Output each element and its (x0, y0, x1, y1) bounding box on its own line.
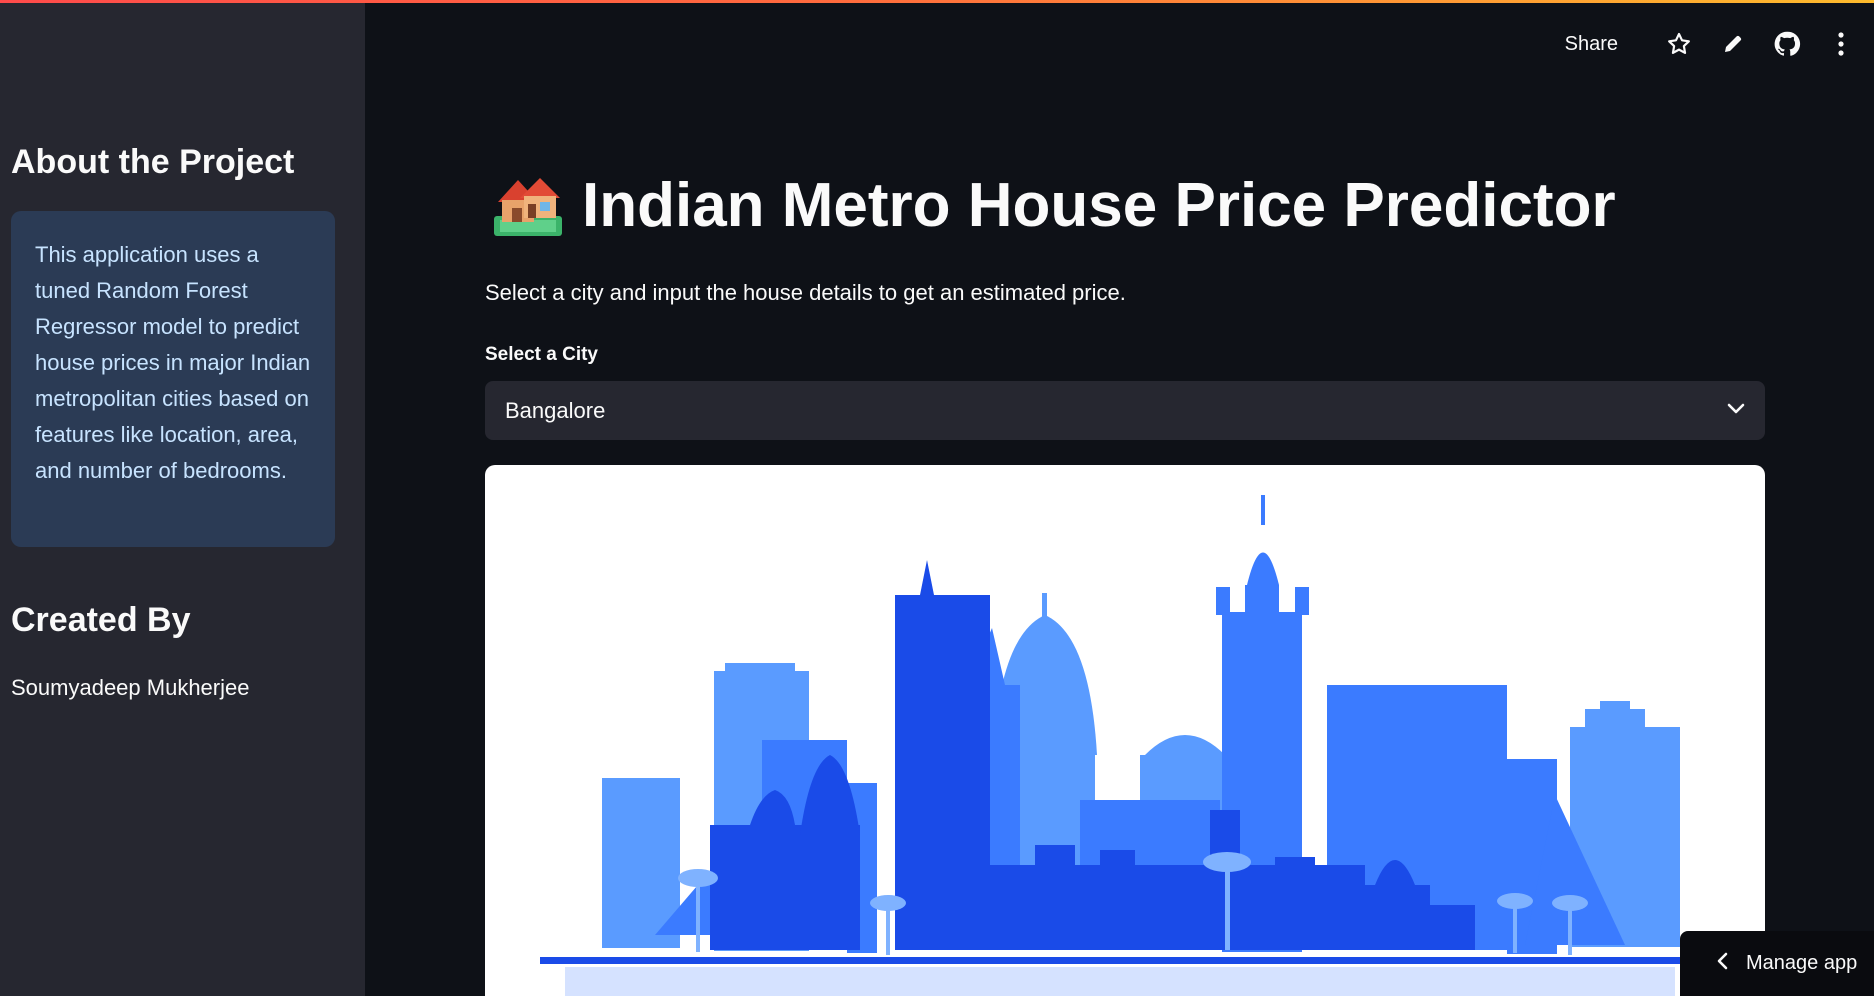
page-subtitle: Select a city and input the house detail… (485, 280, 1126, 305)
author-name: Soumyadeep Mukherjee (11, 675, 250, 700)
manage-app-label: Manage app (1746, 952, 1858, 974)
city-select-label: Select a City (485, 344, 598, 365)
about-text: This application uses a tuned Random For… (35, 242, 311, 483)
city-select[interactable]: Bangalore (485, 381, 1765, 440)
bangalore-skyline-illustration (485, 465, 1765, 996)
sidebar: About the Project This application uses … (0, 3, 365, 996)
pencil-icon[interactable] (1718, 29, 1748, 59)
about-heading: About the Project (11, 143, 295, 181)
page-title: Indian Metro House Price Predictor (490, 170, 1616, 241)
star-icon[interactable] (1664, 29, 1694, 59)
header-toolbar: Share (1565, 26, 1856, 62)
city-select-value: Bangalore (505, 397, 606, 423)
more-vertical-icon[interactable] (1826, 29, 1856, 59)
houses-emoji-icon (490, 172, 566, 240)
share-button[interactable]: Share (1565, 33, 1618, 56)
github-icon[interactable] (1772, 29, 1802, 59)
about-info-box: This application uses a tuned Random For… (11, 211, 335, 547)
chevron-left-icon (1716, 952, 1728, 975)
created-by-heading: Created By (11, 601, 191, 639)
page-title-text: Indian Metro House Price Predictor (582, 171, 1616, 240)
manage-app-button[interactable]: Manage app (1680, 931, 1874, 996)
chevron-down-icon (1727, 402, 1745, 420)
